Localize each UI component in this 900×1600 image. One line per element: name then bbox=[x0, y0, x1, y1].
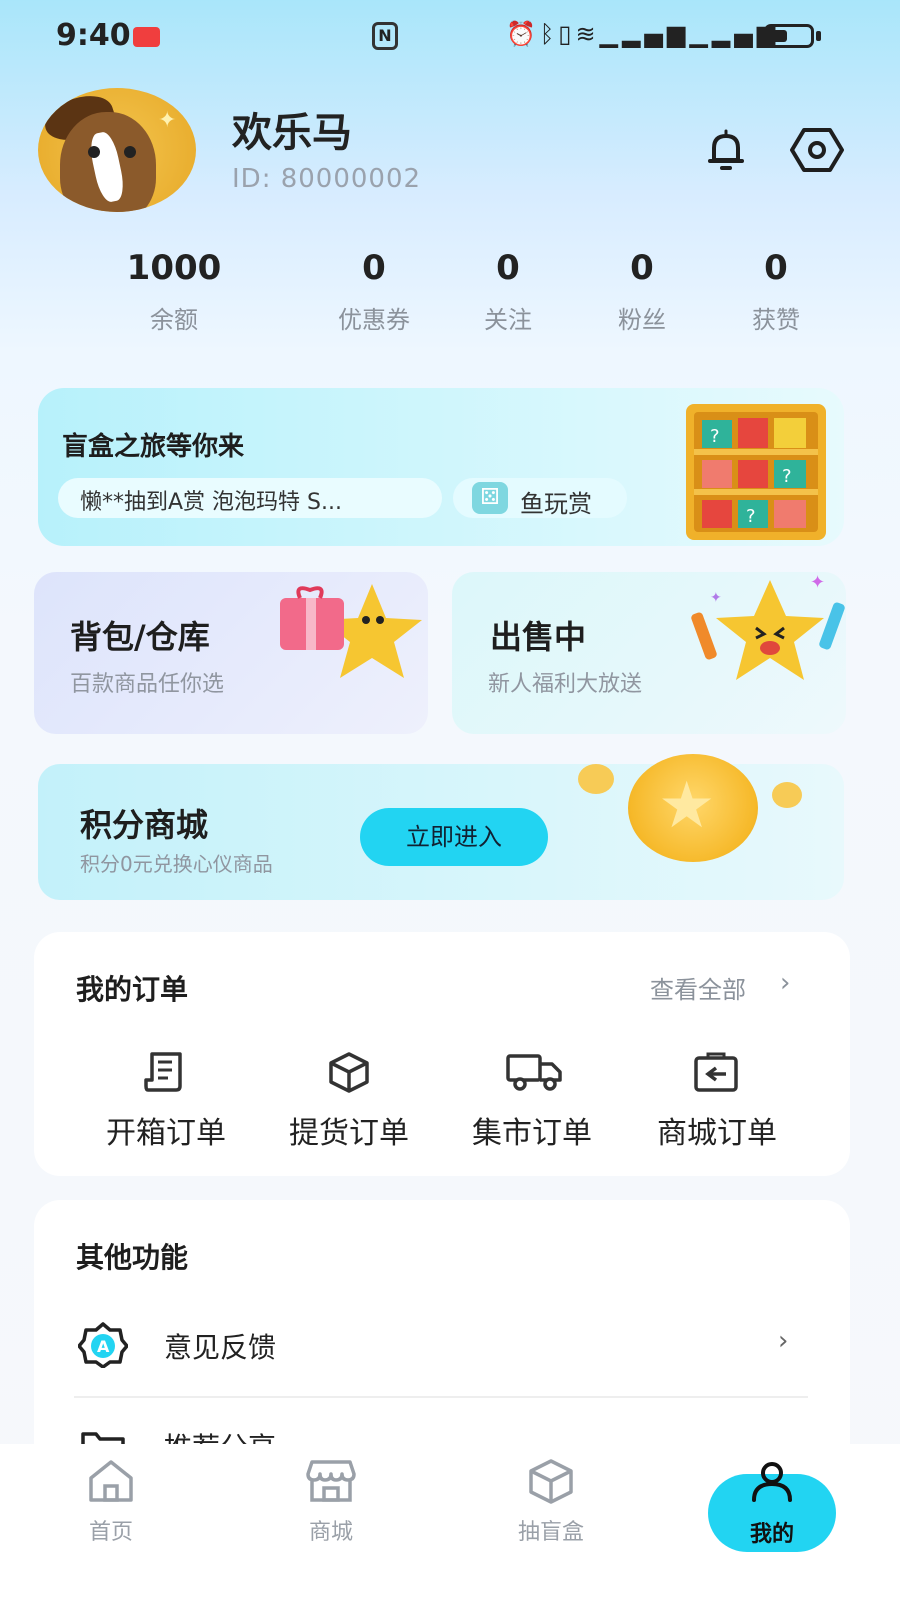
user-nickname: 欢乐马 bbox=[232, 110, 352, 156]
small-coin-icon bbox=[578, 764, 614, 794]
battery-icon bbox=[764, 24, 814, 48]
battery-tip bbox=[816, 31, 821, 41]
user-id: ID: 80000002 bbox=[232, 164, 422, 194]
other-functions-title: 其他功能 bbox=[76, 1241, 189, 1274]
bluetooth-icon: ᛒ bbox=[539, 20, 559, 48]
return-bag-icon[interactable] bbox=[692, 1050, 740, 1094]
user-icon[interactable] bbox=[748, 1460, 796, 1504]
nav-home[interactable]: 首页 bbox=[51, 1514, 171, 1546]
chevron-right-icon[interactable]: › bbox=[780, 968, 790, 998]
status-time: 9:40 bbox=[56, 18, 131, 53]
home-icon[interactable] bbox=[86, 1458, 136, 1504]
box-icon[interactable] bbox=[526, 1458, 576, 1504]
selling-title: 出售中 bbox=[490, 618, 587, 656]
feedback-item-label[interactable]: 意见反馈 bbox=[164, 1326, 276, 1366]
receipt-icon[interactable] bbox=[142, 1050, 190, 1094]
box-icon[interactable] bbox=[325, 1050, 373, 1094]
stat-coupons-label: 优惠券 bbox=[338, 306, 410, 334]
backpack-title: 背包/仓库 bbox=[70, 618, 210, 656]
stat-following-value[interactable]: 0 bbox=[438, 248, 578, 288]
status-bar: 9:40 N ⏰ᛒ▯≋▁▂▄▆▁▂▄▆ bbox=[0, 0, 900, 74]
star-cheer-mascot-icon: ✦ ✦ bbox=[691, 572, 845, 680]
battery-level bbox=[770, 30, 787, 42]
status-icons: ⏰ᛒ▯≋▁▂▄▆▁▂▄▆ bbox=[506, 20, 779, 48]
svg-text:?: ? bbox=[782, 466, 792, 487]
bell-icon[interactable] bbox=[704, 128, 748, 172]
nav-store[interactable]: 商城 bbox=[271, 1514, 391, 1546]
stat-likes-value[interactable]: 0 bbox=[706, 248, 846, 288]
alarm-icon: ⏰ bbox=[506, 20, 540, 48]
nav-blind-box[interactable]: 抽盲盒 bbox=[491, 1514, 611, 1546]
mall-orders[interactable]: 商城订单 bbox=[627, 1108, 807, 1152]
pickup-orders[interactable]: 提货订单 bbox=[259, 1108, 439, 1152]
sparkle-icon: ✦ bbox=[158, 108, 177, 133]
svg-text:✦: ✦ bbox=[710, 590, 722, 606]
blind-box-shelf-illustration: ? ? ? bbox=[686, 404, 826, 540]
view-all-orders-link[interactable]: 查看全部 bbox=[650, 970, 746, 1005]
horse-eye bbox=[88, 146, 100, 158]
svg-text:A: A bbox=[97, 1337, 110, 1356]
backpack-subtitle: 百款商品任你选 bbox=[70, 672, 225, 697]
stat-following-label: 关注 bbox=[484, 306, 532, 334]
draw-ticker-text: 懒**抽到A赏 泡泡玛特 S... bbox=[80, 490, 342, 515]
stat-coupons-value[interactable]: 0 bbox=[304, 248, 444, 288]
open-box-orders[interactable]: 开箱订单 bbox=[76, 1108, 256, 1152]
divider bbox=[74, 1396, 808, 1398]
nav-mine[interactable]: 我的 bbox=[712, 1516, 832, 1548]
horse-eye bbox=[124, 146, 136, 158]
svg-text:✦: ✦ bbox=[810, 572, 825, 593]
enter-now-button[interactable]: 立即进入 bbox=[360, 808, 548, 866]
stat-balance-value[interactable]: 1000 bbox=[104, 248, 244, 288]
stat-fans-value[interactable]: 0 bbox=[572, 248, 712, 288]
orders-title: 我的订单 bbox=[76, 973, 189, 1006]
vibrate-icon: ▯ bbox=[558, 20, 576, 48]
store-icon[interactable] bbox=[306, 1458, 356, 1504]
stat-balance-label: 余额 bbox=[150, 306, 198, 334]
avatar[interactable]: ✦ bbox=[38, 88, 196, 212]
blind-box-title: 盲盒之旅等你来 bbox=[62, 432, 245, 462]
star-coin-icon: ★ bbox=[628, 754, 758, 862]
star-gift-mascot-icon bbox=[280, 584, 422, 678]
selling-subtitle: 新人福利大放送 bbox=[488, 672, 643, 697]
signal-icon: ▁▂▄▆ bbox=[599, 20, 690, 48]
wifi-icon: ≋ bbox=[575, 20, 600, 48]
app-notification-badge bbox=[133, 27, 160, 47]
chevron-right-icon[interactable]: › bbox=[778, 1326, 788, 1356]
market-orders[interactable]: 集市订单 bbox=[442, 1108, 622, 1152]
brand-tag-label: 鱼玩赏 bbox=[520, 490, 592, 518]
stat-likes-label: 获赞 bbox=[752, 306, 800, 334]
points-mall-subtitle: 积分0元兑换心仪商品 bbox=[80, 852, 273, 876]
dice-icon: ⚄ bbox=[472, 482, 508, 514]
feedback-badge-icon: A bbox=[78, 1322, 128, 1368]
truck-icon[interactable] bbox=[506, 1050, 562, 1094]
small-coin-icon bbox=[772, 782, 802, 808]
nfc-icon: N bbox=[372, 22, 398, 50]
svg-text:?: ? bbox=[746, 506, 756, 527]
points-mall-title: 积分商城 bbox=[80, 806, 209, 844]
settings-hexagon-icon[interactable] bbox=[790, 126, 844, 174]
svg-text:?: ? bbox=[710, 426, 720, 447]
stat-fans-label: 粉丝 bbox=[618, 306, 666, 334]
